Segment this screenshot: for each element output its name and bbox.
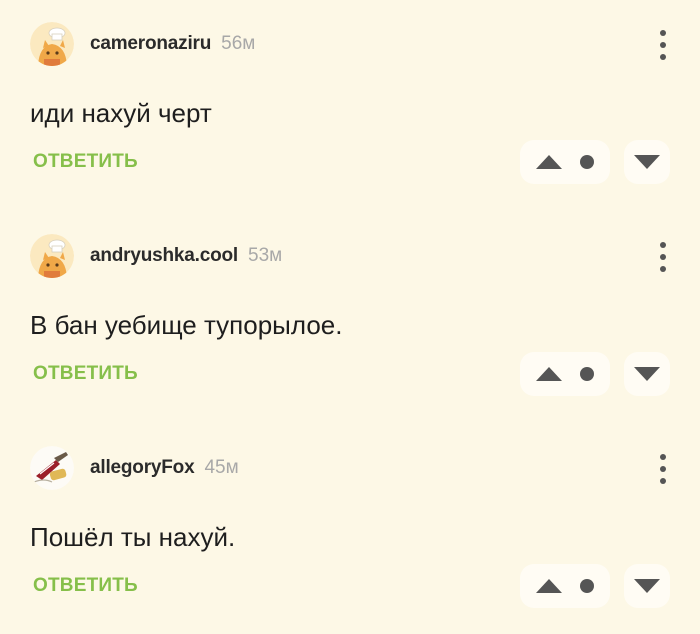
arrow-down-icon xyxy=(634,579,660,593)
author-name[interactable]: cameronaziru xyxy=(90,33,211,55)
downvote-button[interactable] xyxy=(624,564,670,608)
arrow-up-icon xyxy=(536,155,562,169)
upvote-button[interactable] xyxy=(520,140,610,184)
rating-hidden-icon xyxy=(580,367,594,381)
comment-time: 53м xyxy=(248,245,283,266)
upvote-button[interactable] xyxy=(520,564,610,608)
more-options-icon[interactable] xyxy=(658,242,668,272)
arrow-up-icon xyxy=(536,579,562,593)
chef-cat-avatar[interactable] xyxy=(30,22,74,66)
more-options-icon[interactable] xyxy=(658,454,668,484)
comment-header: allegoryFox 45м xyxy=(30,446,239,490)
comment: andryushka.cool 53м В бан уебище тупорыл… xyxy=(0,212,700,424)
upvote-button[interactable] xyxy=(520,352,610,396)
author-name[interactable]: andryushka.cool xyxy=(90,245,238,267)
comment-time: 45м xyxy=(204,457,239,478)
arrow-down-icon xyxy=(634,155,660,169)
arrow-up-icon xyxy=(536,367,562,381)
comment-text: Пошёл ты нахуй. xyxy=(30,522,236,552)
comment: allegoryFox 45м Пошёл ты нахуй. ОТВЕТИТЬ xyxy=(0,424,700,634)
comment-text: иди нахуй черт xyxy=(30,98,212,128)
chef-cat-avatar[interactable] xyxy=(30,234,74,278)
rating-hidden-icon xyxy=(580,579,594,593)
downvote-button[interactable] xyxy=(624,140,670,184)
reply-button[interactable]: ОТВЕТИТЬ xyxy=(33,575,138,597)
reply-button[interactable]: ОТВЕТИТЬ xyxy=(33,363,138,385)
reply-button[interactable]: ОТВЕТИТЬ xyxy=(33,151,138,173)
comment-header: cameronaziru 56м xyxy=(30,22,255,66)
arrow-down-icon xyxy=(634,367,660,381)
comment-header: andryushka.cool 53м xyxy=(30,234,282,278)
downvote-button[interactable] xyxy=(624,352,670,396)
author-name[interactable]: allegoryFox xyxy=(90,457,195,479)
rating-hidden-icon xyxy=(580,155,594,169)
comment-text: В бан уебище тупорылое. xyxy=(30,310,343,340)
comment-time: 56м xyxy=(221,33,256,54)
guitar-avatar[interactable] xyxy=(30,446,74,490)
more-options-icon[interactable] xyxy=(658,30,668,60)
comment: cameronaziru 56м иди нахуй черт ОТВЕТИТЬ xyxy=(0,0,700,212)
comment-feed: cameronaziru 56м иди нахуй черт ОТВЕТИТЬ xyxy=(0,0,700,634)
